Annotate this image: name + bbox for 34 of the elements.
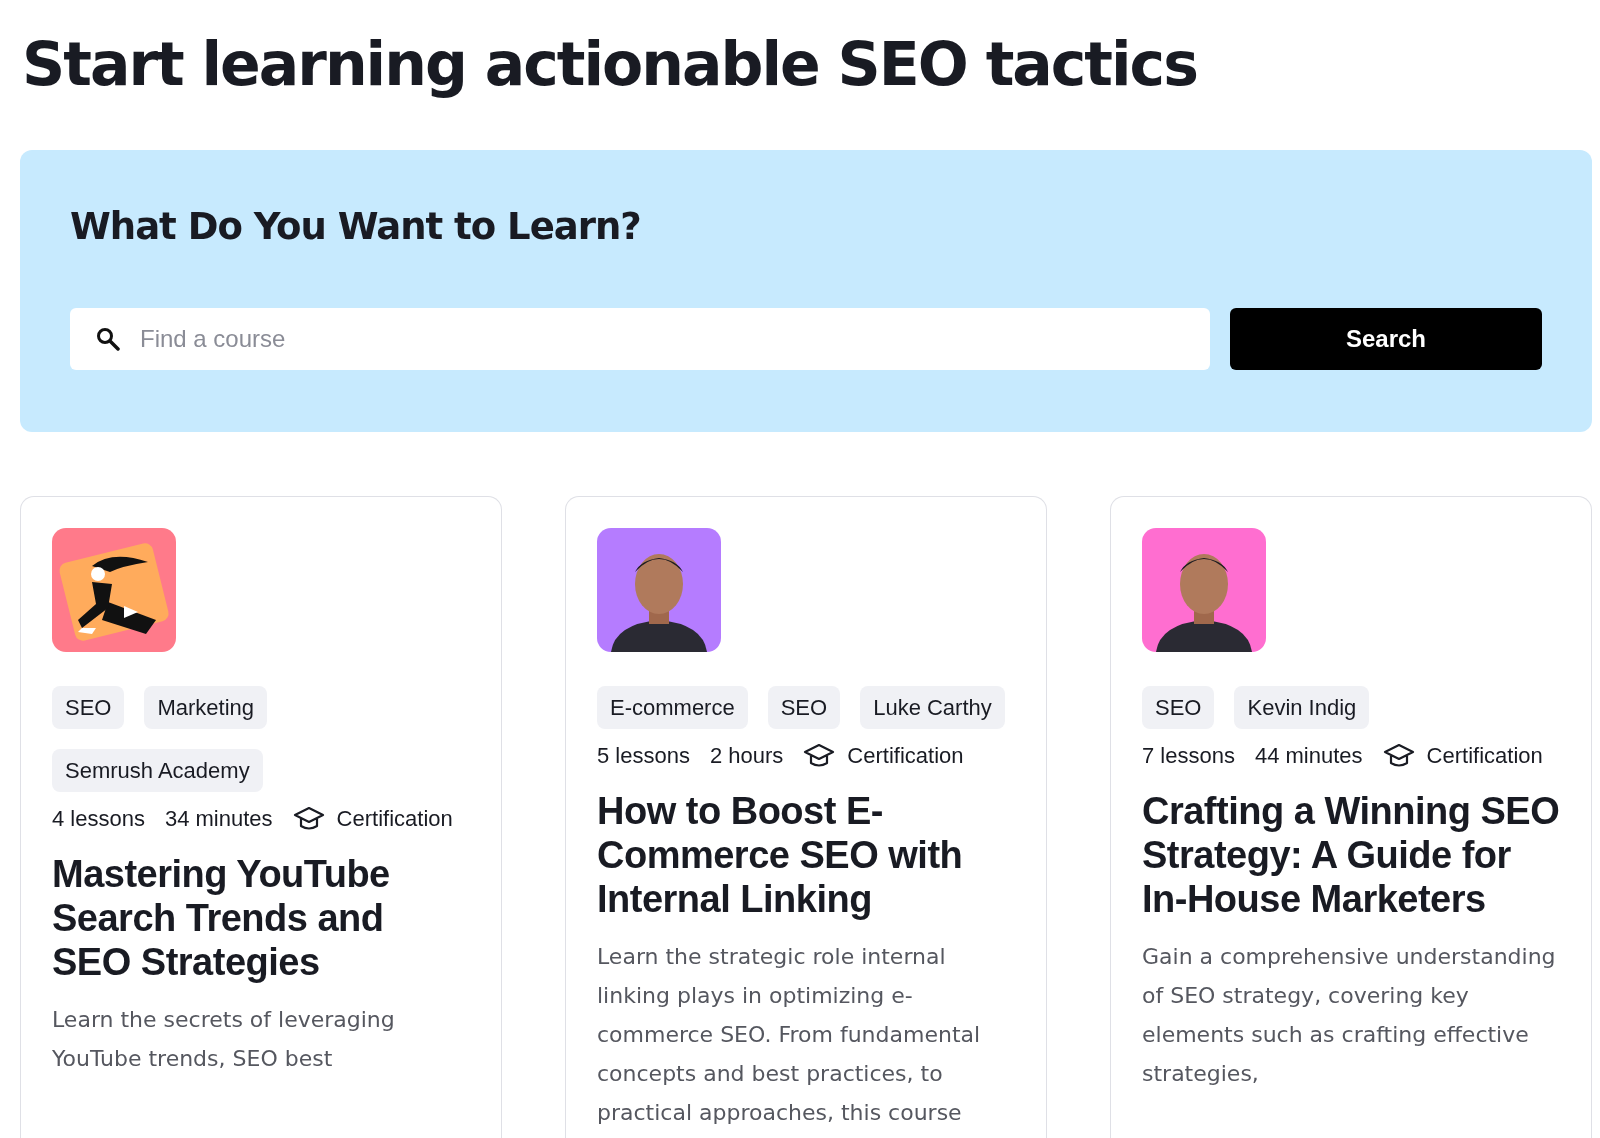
graduation-cap-icon [803,743,836,769]
course-title[interactable]: Crafting a Winning SEO Strategy: A Guide for In-House Marketers [1142,789,1560,921]
course-tag[interactable]: SEO [767,686,841,729]
course-meta: 7 lessons [1142,743,1235,769]
course-tag[interactable]: Luke Carthy [860,686,1005,729]
course-tag[interactable]: Kevin Indig [1234,686,1370,729]
course-tag[interactable]: SEO [52,686,125,729]
course-meta: 34 minutes [164,806,273,832]
course-card[interactable]: SEO Marketing Semrush Academy 4 lessons 34 minutes Certification Mastering YouTube Search Trends and SEO Strategies Learn the secrets of leveraging YouTube trends, SEO best [20,496,502,1138]
course-description: Learn the strategic role internal linking plays in optimizing e-commerce SEO. From fundamental concepts and best practices, to practical approaches, this course [597,943,982,1127]
search-button[interactable]: Search [1230,308,1542,370]
course-card[interactable] [1110,496,1592,1138]
search-field[interactable]: Find a course [70,308,1210,370]
search-icon [96,327,120,351]
course-title[interactable]: Mastering YouTube Search Trends and SEO Strategies [52,852,470,984]
course-meta: 5 lessons [597,743,690,769]
certification-label: Certification [847,743,964,769]
graduation-cap-icon [292,806,325,832]
course-tag[interactable]: Semrush Academy [52,749,263,792]
course-description: Learn the secrets of leveraging YouTube trends, SEO best [52,1006,396,1073]
certification-label: Certification [336,806,453,832]
page-title: Start learning actionable SEO tactics [22,28,1198,101]
course-meta: 2 hours [709,743,784,769]
certification-label: Certification [1426,743,1543,769]
course-tag[interactable]: SEO [1142,686,1215,729]
course-card[interactable] [565,496,1047,1138]
graduation-cap-icon [1382,743,1415,769]
course-title[interactable]: How to Boost E-Commerce SEO with Internal Linking [597,789,1015,921]
course-meta: 4 lessons [52,806,145,832]
course-tag[interactable]: E-commerce [597,686,748,729]
course-meta: 44 minutes [1254,743,1363,769]
course-description: Gain a comprehensive understanding of SEO strategy, covering key elements such as crafting effective strategies, [1142,943,1557,1088]
panel-heading: What Do You Want to Learn? [70,204,642,250]
course-tag[interactable]: Marketing [144,686,268,729]
